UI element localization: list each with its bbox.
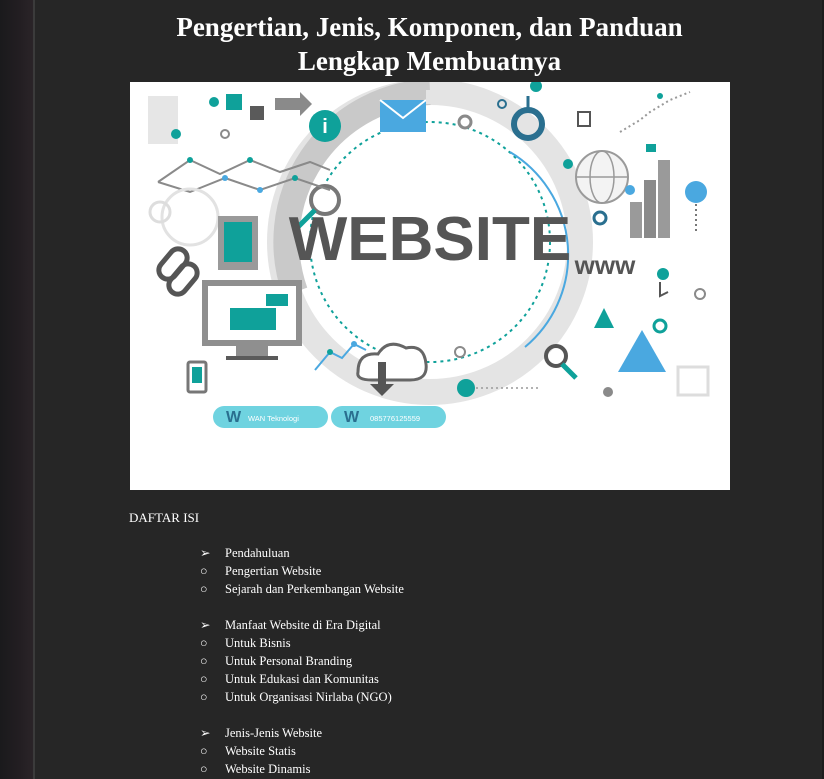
toc-item[interactable]: ○ Pengertian Website [200,562,404,580]
circle-bullet-icon: ○ [200,564,208,578]
bar-chart-icon [630,202,642,238]
svg-text:i: i [322,116,328,138]
toc-item[interactable]: ○ Sejarah dan Perkembangan Website [200,580,404,598]
table-of-contents: ➢ Pendahuluan ○ Pengertian Website ○ Sej… [200,544,404,778]
svg-text:085776125559: 085776125559 [370,414,420,423]
circle-bullet-icon: ○ [200,690,208,704]
toc-item[interactable]: ○ Untuk Personal Branding [200,652,404,670]
toc-section-manfaat[interactable]: ➢ Manfaat Website di Era Digital [200,616,404,634]
document-page: Pengertian, Jenis, Komponen, dan Panduan… [35,0,822,779]
toc-heading: DAFTAR ISI [129,510,200,525]
left-margin-strip [0,0,33,779]
cube-icon [226,94,242,110]
toc-item-sejarah: Sejarah dan Perkembangan Website [225,582,404,596]
circle-bullet-icon: ○ [200,672,208,686]
toc-section-jenis[interactable]: ➢ Jenis-Jenis Website [200,724,404,742]
title-line-2: Lengkap Membuatnya [297,46,562,76]
cursor-icon [657,268,669,280]
gear-icon [457,114,473,130]
triangle-icon [594,308,614,328]
toc-item[interactable]: ○ Website Statis [200,742,404,760]
toc-item[interactable]: ○ Untuk Bisnis [200,634,404,652]
arrow-bullet-icon: ➢ [200,618,211,632]
title-line-1: Pengertian, Jenis, Komponen, dan Panduan [176,12,683,42]
circle-bullet-icon: ○ [200,582,208,596]
cloud-download-icon [356,342,428,382]
pie-icon [685,181,707,203]
page-title: Pengertian, Jenis, Komponen, dan Panduan… [35,10,824,78]
website-illustration: WEBSITE www i W WAN Teknologi W 08577612… [148,82,710,428]
toc-item[interactable]: ○ Untuk Organisasi Nirlaba (NGO) [200,688,404,706]
toc-item[interactable]: ○ Untuk Edukasi dan Komunitas [200,670,404,688]
website-headline: WEBSITE [289,205,571,274]
svg-text:WAN Teknologi: WAN Teknologi [248,414,299,423]
arrow-icon [275,92,312,116]
circle-bullet-icon: ○ [200,762,208,776]
hero-image-website[interactable]: WEBSITE www i W WAN Teknologi W 08577612… [130,82,730,490]
svg-text:W: W [344,409,360,426]
circle-bullet-icon: ○ [200,636,208,650]
toc-item-pengertian-website: Pengertian Website [225,564,322,578]
download-tray-icon [577,111,591,127]
svg-text:W: W [226,409,242,426]
www-text: www [574,250,636,280]
toc-item[interactable]: ○ Website Dinamis [200,760,404,778]
arrow-bullet-icon: ➢ [200,726,211,740]
circle-bullet-icon: ○ [200,654,208,668]
toc-section-pendahuluan[interactable]: ➢ Pendahuluan [200,544,404,562]
arrow-bullet-icon: ➢ [200,546,211,560]
circle-bullet-icon: ○ [200,744,208,758]
